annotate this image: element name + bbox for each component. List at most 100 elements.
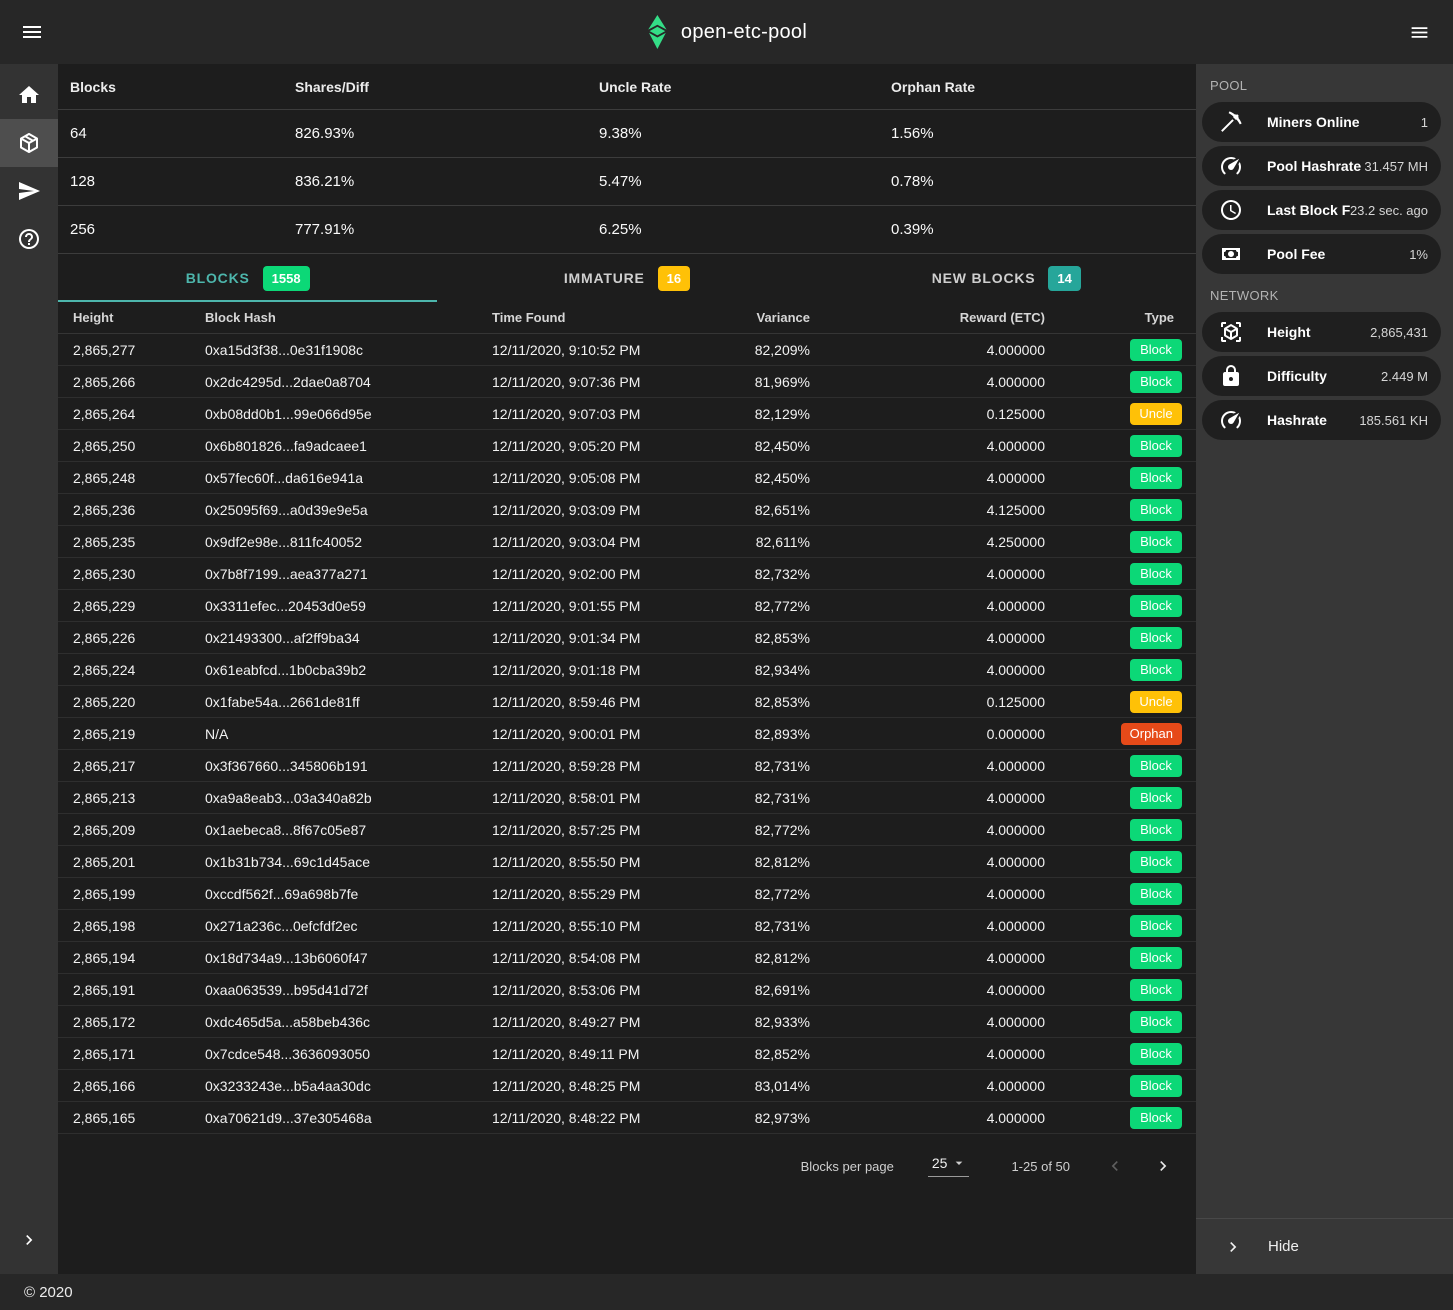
cell-block-hash: 0xa15d3f38...0e31f1908c — [190, 342, 477, 358]
table-row: 2,865,166 0x3233243e...b5a4aa30dc 12/11/… — [58, 1070, 1196, 1102]
stat-label: Hashrate — [1267, 412, 1359, 428]
cell-height: 2,865,250 — [58, 438, 190, 454]
table-row: 2,865,194 0x18d734a9...13b6060f47 12/11/… — [58, 942, 1196, 974]
cell-reward: 4.000000 — [810, 982, 1045, 998]
cell-height: 2,865,213 — [58, 790, 190, 806]
cell-reward: 4.000000 — [810, 470, 1045, 486]
column-header: Block Hash — [190, 310, 477, 325]
cell-variance: 82,973% — [742, 1110, 810, 1126]
table-row: 2,865,235 0x9df2e98e...811fc40052 12/11/… — [58, 526, 1196, 558]
copyright-text: © 2020 — [24, 1284, 73, 1301]
sidebar-expand-button[interactable] — [0, 1216, 58, 1264]
table-row: 2,865,230 0x7b8f7199...aea377a271 12/11/… — [58, 558, 1196, 590]
tab-immature[interactable]: IMMATURE 16 — [437, 254, 816, 302]
cell-variance: 82,772% — [742, 822, 810, 838]
section-title: NETWORK — [1210, 288, 1453, 303]
cell-height: 2,865,165 — [58, 1110, 190, 1126]
hamburger-icon — [1409, 22, 1430, 43]
cell-reward: 4.000000 — [810, 886, 1045, 902]
stat-label: Pool Fee — [1267, 246, 1409, 262]
previous-page-button[interactable] — [1100, 1151, 1130, 1181]
cell-block-hash: 0x3f367660...345806b191 — [190, 758, 477, 774]
cell-time-found: 12/11/2020, 8:58:01 PM — [477, 790, 742, 806]
stat-label: Last Block Fo… — [1267, 202, 1350, 218]
stats-column-header: Blocks — [70, 79, 295, 95]
menu-button-right[interactable] — [1399, 12, 1439, 52]
type-chip: Block — [1130, 595, 1182, 617]
cell-variance: 82,852% — [742, 1046, 810, 1062]
menu-button-left[interactable] — [12, 12, 52, 52]
type-chip: Block — [1130, 1107, 1182, 1129]
brand: open-etc-pool — [646, 15, 807, 49]
cell-block-hash: 0x6b801826...fa9adcaee1 — [190, 438, 477, 454]
tab-blocks[interactable]: BLOCKS 1558 — [58, 254, 437, 302]
cell-reward: 4.000000 — [810, 758, 1045, 774]
cell-block-hash: 0x3311efec...20453d0e59 — [190, 598, 477, 614]
cell-variance: 82,772% — [742, 886, 810, 902]
cell-time-found: 12/11/2020, 9:03:09 PM — [477, 502, 742, 518]
hide-sidebar-button[interactable]: Hide — [1196, 1218, 1453, 1274]
stats-row: 64826.93%9.38%1.56% — [58, 110, 1196, 158]
stats-cell: 777.91% — [295, 221, 599, 238]
cell-variance: 82,934% — [742, 662, 810, 678]
cell-time-found: 12/11/2020, 9:00:01 PM — [477, 726, 742, 742]
cell-block-hash: 0x3233243e...b5a4aa30dc — [190, 1078, 477, 1094]
table-row: 2,865,209 0x1aebeca8...8f67c05e87 12/11/… — [58, 814, 1196, 846]
cell-variance: 82,933% — [742, 1014, 810, 1030]
tab-label: BLOCKS — [186, 270, 250, 286]
type-chip: Block — [1130, 851, 1182, 873]
tabs-bar: BLOCKS 1558 IMMATURE 16 NEW BLOCKS 14 — [58, 254, 1196, 302]
tab-new-blocks[interactable]: NEW BLOCKS 14 — [817, 254, 1196, 302]
rows-per-page-label: Blocks per page — [801, 1159, 894, 1174]
stats-cell: 0.39% — [891, 221, 1196, 238]
type-chip: Block — [1130, 531, 1182, 553]
cell-time-found: 12/11/2020, 9:10:52 PM — [477, 342, 742, 358]
type-chip: Block — [1130, 339, 1182, 361]
sidebar-item-blocks[interactable] — [0, 119, 58, 167]
chevron-right-icon — [1153, 1156, 1173, 1176]
stats-cell: 1.56% — [891, 125, 1196, 142]
cell-block-hash: 0x7b8f7199...aea377a271 — [190, 566, 477, 582]
sidebar-item-home[interactable] — [0, 71, 58, 119]
footer: © 2020 — [0, 1274, 1453, 1310]
cell-variance: 83,014% — [742, 1078, 810, 1094]
cash-icon — [1219, 242, 1243, 266]
cell-block-hash: 0xaa063539...b95d41d72f — [190, 982, 477, 998]
cell-time-found: 12/11/2020, 8:54:08 PM — [477, 950, 742, 966]
cell-block-hash: 0xccdf562f...69a698b7fe — [190, 886, 477, 902]
cell-block-hash: 0xb08dd0b1...99e066d95e — [190, 406, 477, 422]
sidebar-item-help[interactable] — [0, 215, 58, 263]
right-sidebar-sections: POOL Miners Online 1 Pool Hashrate 31.45… — [1196, 64, 1453, 444]
table-row: 2,865,220 0x1fabe54a...2661de81ff 12/11/… — [58, 686, 1196, 718]
cell-height: 2,865,166 — [58, 1078, 190, 1094]
stat-value: 1 — [1421, 115, 1428, 130]
next-page-button[interactable] — [1148, 1151, 1178, 1181]
cell-variance: 82,209% — [742, 342, 810, 358]
cell-height: 2,865,229 — [58, 598, 190, 614]
cell-reward: 0.000000 — [810, 726, 1045, 742]
stat-value: 2.449 M — [1381, 369, 1428, 384]
sidebar-item-payments[interactable] — [0, 167, 58, 215]
cell-block-hash: 0x61eabfcd...1b0cba39b2 — [190, 662, 477, 678]
cell-time-found: 12/11/2020, 8:59:46 PM — [477, 694, 742, 710]
cell-variance: 82,732% — [742, 566, 810, 582]
chevron-down-icon — [951, 1155, 967, 1171]
cell-variance: 82,893% — [742, 726, 810, 742]
cell-height: 2,865,230 — [58, 566, 190, 582]
section-title: POOL — [1210, 78, 1453, 93]
type-chip: Block — [1130, 659, 1182, 681]
cell-variance: 82,651% — [742, 502, 810, 518]
cell-variance: 82,812% — [742, 854, 810, 870]
table-row: 2,865,201 0x1b31b734...69c1d45ace 12/11/… — [58, 846, 1196, 878]
cell-variance: 82,772% — [742, 598, 810, 614]
table-row: 2,865,224 0x61eabfcd...1b0cba39b2 12/11/… — [58, 654, 1196, 686]
page-size-select[interactable]: 25 — [928, 1155, 970, 1177]
cell-reward: 4.000000 — [810, 1046, 1045, 1062]
type-chip: Block — [1130, 787, 1182, 809]
cell-height: 2,865,171 — [58, 1046, 190, 1062]
table-row: 2,865,229 0x3311efec...20453d0e59 12/11/… — [58, 590, 1196, 622]
cell-block-hash: N/A — [190, 726, 477, 742]
page-size-value: 25 — [932, 1155, 948, 1171]
table-row: 2,865,226 0x21493300...af2ff9ba34 12/11/… — [58, 622, 1196, 654]
column-header: Time Found — [477, 310, 742, 325]
